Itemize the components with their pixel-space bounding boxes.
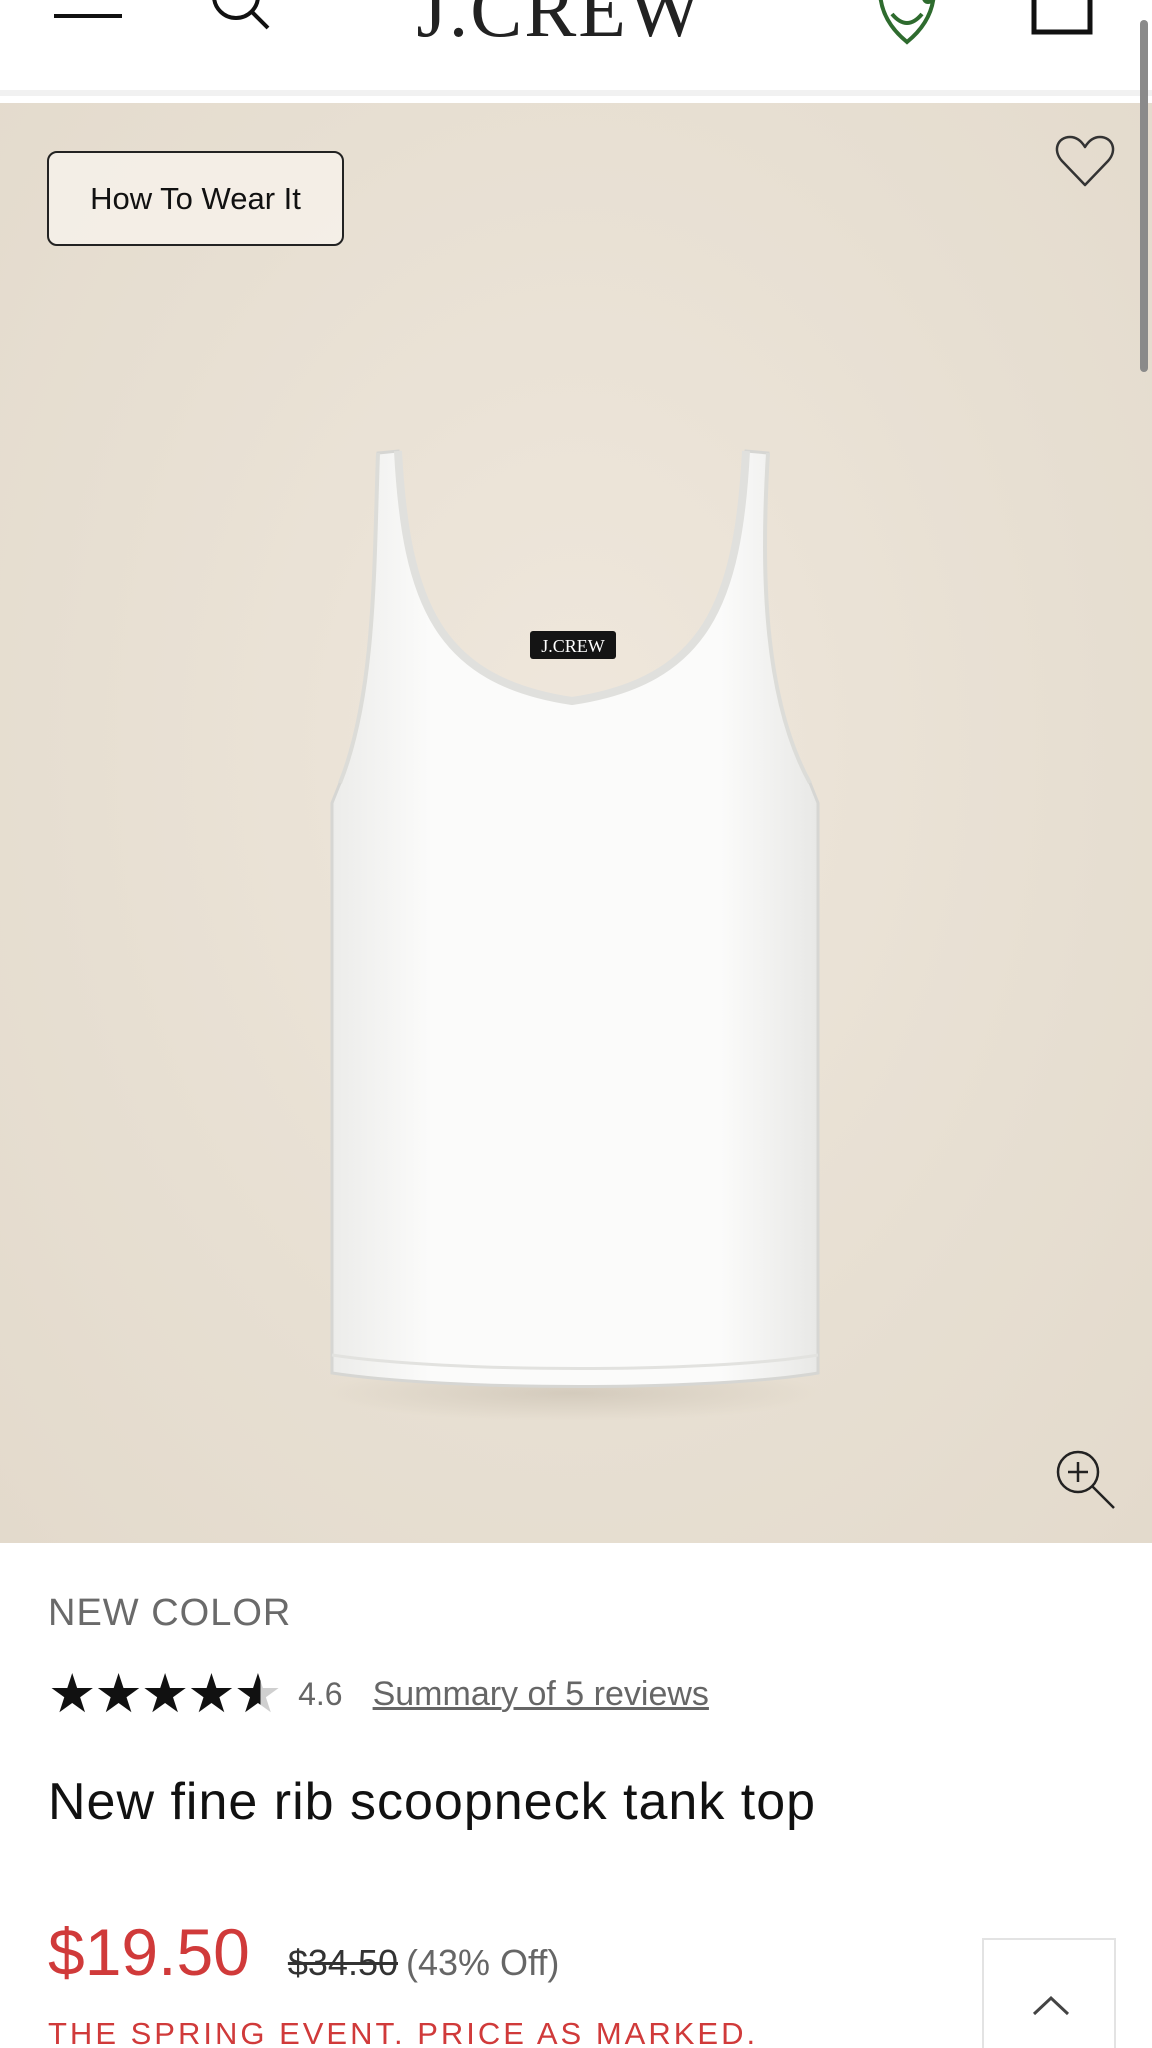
search-icon[interactable] xyxy=(208,0,272,32)
back-to-top-button[interactable] xyxy=(982,1938,1116,2048)
product-photo: J.CREW xyxy=(322,449,822,1421)
star-rating[interactable]: ★ ★ ★ ★ ★ xyxy=(48,1664,283,1724)
menu-icon[interactable] xyxy=(54,0,122,24)
zoom-in-icon[interactable] xyxy=(1054,1448,1118,1512)
how-to-wear-button[interactable]: How To Wear It xyxy=(47,151,344,246)
sale-price: $19.50 xyxy=(48,1915,250,1989)
star-icon: ★ xyxy=(94,1664,143,1724)
star-icon: ★ xyxy=(48,1664,97,1724)
brand-logo[interactable]: J.CREW xyxy=(395,0,725,50)
product-title: New fine rib scoopneck tank top xyxy=(48,1773,817,1831)
new-color-badge: NEW COLOR xyxy=(48,1592,292,1634)
rating-row: ★ ★ ★ ★ ★ 4.6 Summary of 5 reviews xyxy=(48,1664,709,1724)
star-icon: ★ xyxy=(187,1664,236,1724)
chevron-up-icon xyxy=(1032,1995,1070,2016)
site-header: J.CREW xyxy=(0,0,1152,96)
account-icon[interactable] xyxy=(872,0,942,46)
discount-percent: (43% Off) xyxy=(405,1942,560,1983)
rating-value: 4.6 xyxy=(298,1675,343,1712)
product-image-gallery[interactable]: How To Wear It J.CREW xyxy=(0,103,1152,1543)
garment-label-text: J.CREW xyxy=(541,636,605,656)
reviews-summary-link[interactable]: Summary of 5 reviews xyxy=(373,1675,709,1714)
bag-icon[interactable] xyxy=(1030,0,1094,38)
heart-icon[interactable] xyxy=(1054,133,1116,189)
original-price: $34.50 xyxy=(287,1942,398,1983)
promo-message: THE SPRING EVENT. PRICE AS MARKED. xyxy=(48,2016,759,2048)
half-star-icon: ★ xyxy=(233,1664,283,1724)
scrollbar-thumb[interactable] xyxy=(1140,20,1148,372)
product-page: J.CREW How To Wear It J.CREW NEW COLOR ★… xyxy=(0,0,1152,2048)
price-row: $19.50 $34.50 (43% Off) xyxy=(48,1914,559,2004)
star-icon: ★ xyxy=(140,1664,190,1724)
